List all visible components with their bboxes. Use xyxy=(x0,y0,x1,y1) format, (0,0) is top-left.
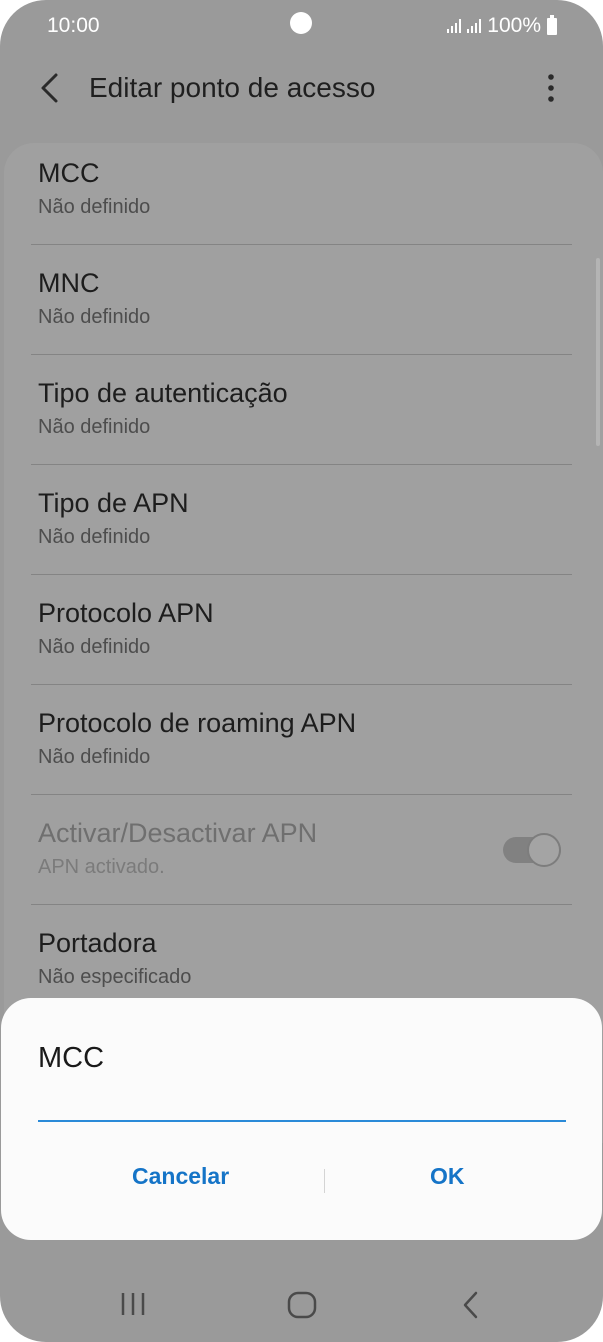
recent-apps-icon[interactable] xyxy=(118,1290,148,1318)
scrollbar[interactable] xyxy=(596,258,600,446)
setting-value: Não definido xyxy=(38,636,151,658)
divider xyxy=(31,684,572,685)
setting-value: Não definido xyxy=(38,416,151,438)
cancel-button[interactable]: Cancelar xyxy=(132,1163,229,1190)
setting-title: Protocolo de roaming APN xyxy=(38,708,357,738)
status-bar: 10:00 100% xyxy=(0,0,603,52)
setting-value: Não definido xyxy=(38,196,151,218)
divider xyxy=(31,904,572,905)
setting-title: MCC xyxy=(38,158,100,188)
divider xyxy=(31,244,572,245)
divider xyxy=(31,574,572,575)
setting-title: Tipo de APN xyxy=(38,488,189,518)
signal-icon-2 xyxy=(467,19,482,33)
setting-auth-type[interactable]: Tipo de autenticação Não definido xyxy=(38,378,572,439)
page-title: Editar ponto de acesso xyxy=(89,72,376,103)
setting-apn-type[interactable]: Tipo de APN Não definido xyxy=(38,488,572,549)
setting-title: Tipo de autenticação xyxy=(38,378,288,408)
setting-title: Activar/Desactivar APN xyxy=(38,818,318,848)
dialog-title: MCC xyxy=(38,1042,105,1074)
setting-title: Protocolo APN xyxy=(38,598,214,628)
setting-value: APN activado. xyxy=(38,856,165,878)
setting-value: Não definido xyxy=(38,746,151,768)
apn-toggle-switch[interactable] xyxy=(503,833,561,867)
divider xyxy=(31,464,572,465)
home-icon[interactable] xyxy=(286,1290,318,1320)
setting-bearer[interactable]: Portadora Não especificado xyxy=(38,928,572,989)
divider xyxy=(31,794,572,795)
status-right: 100% xyxy=(447,14,557,38)
camera-cutout xyxy=(290,12,312,34)
setting-apn-protocol[interactable]: Protocolo APN Não definido xyxy=(38,598,572,659)
toggle-knob xyxy=(527,833,561,867)
setting-mnc[interactable]: MNC Não definido xyxy=(38,268,572,329)
mcc-input[interactable] xyxy=(38,1088,566,1122)
battery-icon xyxy=(547,14,557,35)
setting-value: Não especificado xyxy=(38,966,192,988)
setting-apn-enable[interactable]: Activar/Desactivar APN APN activado. xyxy=(38,818,572,879)
setting-value: Não definido xyxy=(38,526,151,548)
setting-value: Não definido xyxy=(38,306,151,328)
ok-button[interactable]: OK xyxy=(430,1163,465,1190)
status-time: 10:00 xyxy=(47,14,100,37)
setting-title: MNC xyxy=(38,268,100,298)
navigation-bar xyxy=(0,1260,603,1342)
back-arrow-icon[interactable] xyxy=(36,70,66,106)
signal-icon xyxy=(447,19,462,33)
battery-percent: 100% xyxy=(487,14,541,37)
divider xyxy=(31,354,572,355)
phone-screen: 10:00 100% Editar ponto de acesso MCC Nã… xyxy=(0,0,603,1342)
more-options-icon[interactable] xyxy=(536,70,566,106)
button-divider xyxy=(324,1169,325,1193)
setting-title: Portadora xyxy=(38,928,157,958)
app-bar: Editar ponto de acesso xyxy=(0,52,603,132)
setting-apn-roaming-protocol[interactable]: Protocolo de roaming APN Não definido xyxy=(38,708,572,769)
nav-back-icon[interactable] xyxy=(458,1290,486,1320)
setting-mcc[interactable]: MCC Não definido xyxy=(38,158,572,219)
mcc-dialog: MCC Cancelar OK xyxy=(1,998,602,1240)
